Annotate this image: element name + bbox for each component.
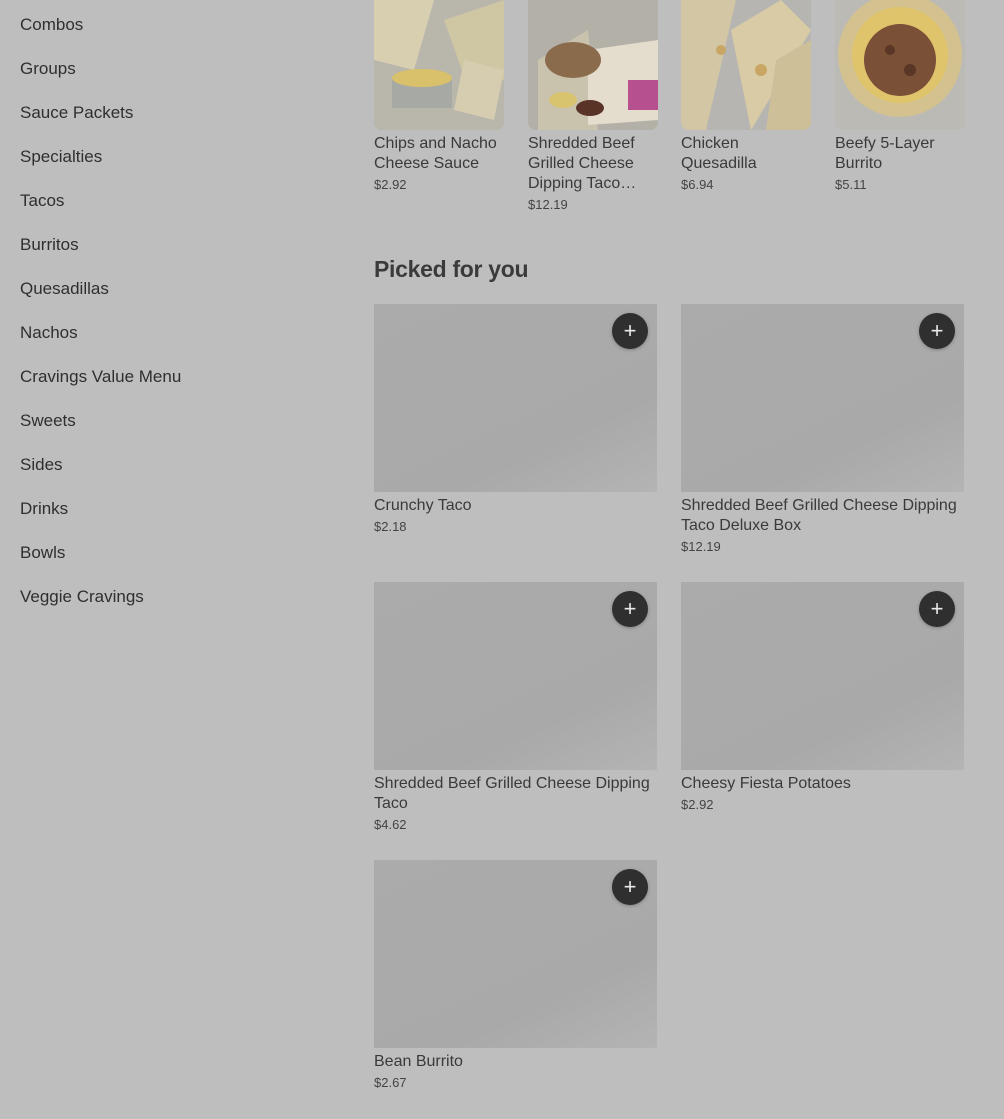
sidebar-item-quesadillas[interactable]: Quesadillas [20,264,320,308]
item-name: Crunchy Taco [374,497,472,514]
item-image-placeholder: + [374,304,657,492]
sidebar-item-drinks[interactable]: Drinks [20,484,320,528]
item-image-placeholder: + [681,304,964,492]
plus-icon: + [623,596,637,621]
item-name: Shredded Beef Grilled Cheese Dipping Tac… [681,497,957,534]
section-title-picked-for-you: Picked for you [374,256,529,282]
menu-item-card[interactable]: + Shredded Beef Grilled Cheese Dipping T… [681,304,964,554]
item-image-placeholder: + [374,582,657,770]
item-image-placeholder: + [374,860,657,1048]
item-image [374,0,504,130]
item-price: $12.19 [681,539,721,554]
item-price: $2.18 [374,519,407,534]
menu-item-card[interactable]: + Crunchy Taco $2.18 [374,304,657,534]
menu-item-card[interactable]: + Cheesy Fiesta Potatoes $2.92 [681,582,964,812]
item-name: Beefy 5-Layer Burrito [835,135,935,172]
sidebar-item-bowls[interactable]: Bowls [20,528,320,572]
item-image [681,0,811,130]
item-price: $2.92 [374,177,407,192]
sidebar-item-combos[interactable]: Combos [20,0,320,44]
item-name: Shredded Beef Grilled Cheese Dipping Tac… [374,775,650,812]
plus-icon: + [623,874,637,899]
item-name: Chips and Nacho Cheese Sauce [374,135,497,172]
menu-item-card[interactable]: + Bean Burrito $2.67 [374,860,657,1090]
menu-item-card[interactable]: + Shredded Beef Grilled Cheese Dipping T… [374,582,657,832]
item-price: $6.94 [681,177,714,192]
sidebar-item-tacos[interactable]: Tacos [20,176,320,220]
add-item-button[interactable]: + [919,591,955,627]
item-image [528,0,658,130]
sidebar-item-nachos[interactable]: Nachos [20,308,320,352]
item-name: Chicken Quesadilla [681,135,757,172]
add-item-button[interactable]: + [612,869,648,905]
featured-item-card[interactable]: Shredded Beef Grilled Cheese Dipping Tac… [528,0,658,212]
category-sidebar: Combos Groups Sauce Packets Specialties … [20,0,320,616]
plus-icon: + [623,318,637,343]
sidebar-item-sauce-packets[interactable]: Sauce Packets [20,88,320,132]
plus-icon: + [930,318,944,343]
featured-item-card[interactable]: Beefy 5-Layer Burrito $5.11 [835,0,965,192]
featured-items-row: Chips and Nacho Cheese Sauce $2.92 Shred… [374,0,974,220]
sidebar-item-specialties[interactable]: Specialties [20,132,320,176]
sidebar-item-burritos[interactable]: Burritos [20,220,320,264]
item-name: Shredded Beef Grilled Cheese Dipping Tac… [528,135,635,192]
item-price: $5.11 [835,177,867,192]
item-image-placeholder: + [681,582,964,770]
add-item-button[interactable]: + [919,313,955,349]
item-price: $2.92 [681,797,714,812]
item-name: Bean Burrito [374,1053,463,1070]
item-price: $4.62 [374,817,407,832]
item-name: Cheesy Fiesta Potatoes [681,775,851,792]
sidebar-item-cravings-value-menu[interactable]: Cravings Value Menu [20,352,320,396]
item-price: $12.19 [528,197,568,212]
featured-item-card[interactable]: Chips and Nacho Cheese Sauce $2.92 [374,0,504,192]
plus-icon: + [930,596,944,621]
sidebar-item-veggie-cravings[interactable]: Veggie Cravings [20,572,320,616]
item-price: $2.67 [374,1075,407,1090]
sidebar-item-sides[interactable]: Sides [20,440,320,484]
item-image [835,0,965,130]
add-item-button[interactable]: + [612,591,648,627]
sidebar-item-sweets[interactable]: Sweets [20,396,320,440]
add-item-button[interactable]: + [612,313,648,349]
sidebar-item-groups[interactable]: Groups [20,44,320,88]
featured-item-card[interactable]: Chicken Quesadilla $6.94 [681,0,811,192]
